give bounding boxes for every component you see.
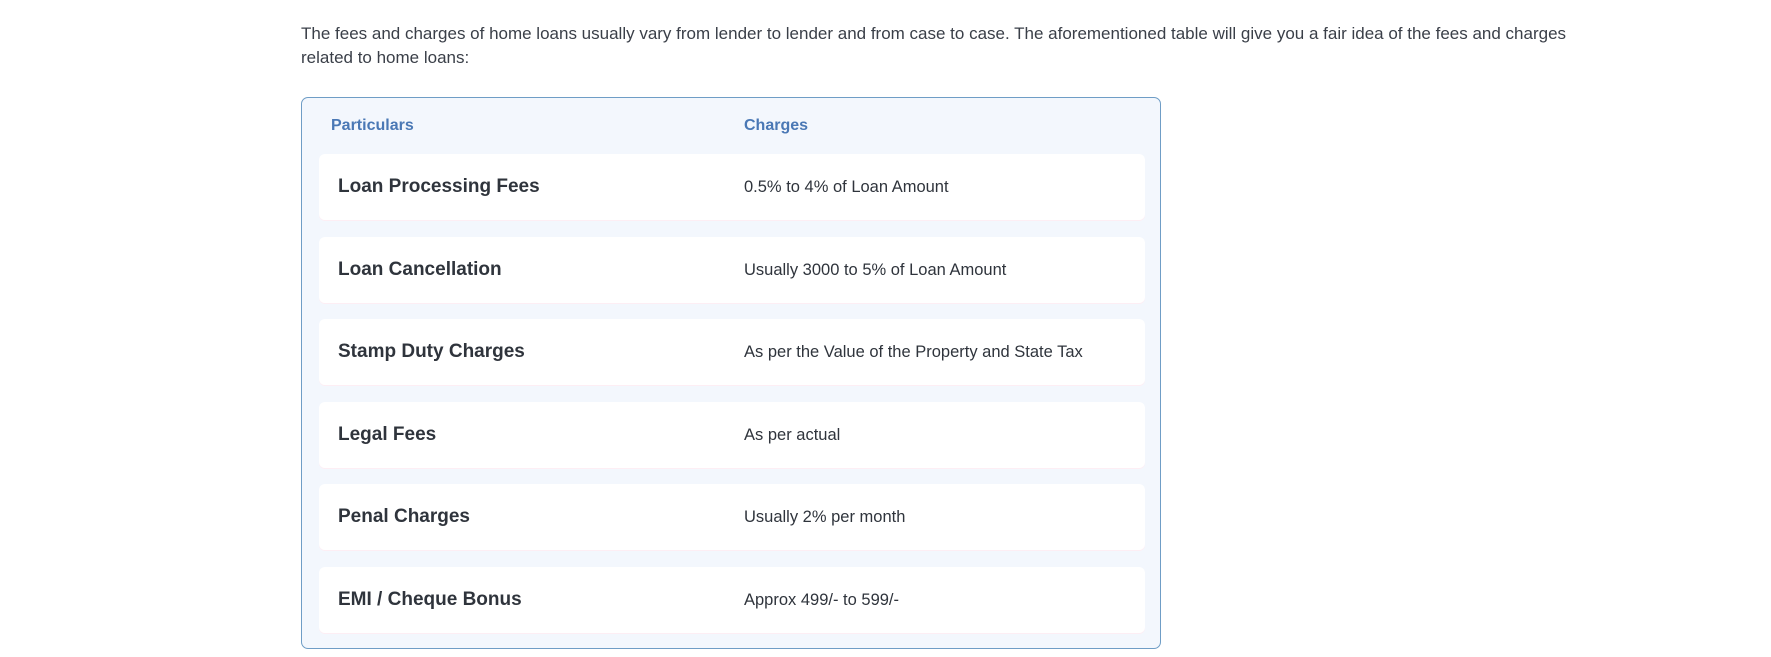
row-particular: Loan Cancellation	[338, 258, 502, 280]
row-charge: As per actual	[744, 425, 841, 444]
intro-paragraph: The fees and charges of home loans usual…	[301, 24, 1567, 67]
table-row: Stamp Duty Charges As per the Value of t…	[319, 319, 1145, 385]
table-row: Penal Charges Usually 2% per month	[319, 484, 1145, 550]
header-charges: Charges	[744, 117, 809, 134]
header-particulars: Particulars	[331, 117, 414, 134]
table-row: EMI / Cheque Bonus Approx 499/- to 599/-	[319, 566, 1145, 633]
table-row: Legal Fees As per actual	[319, 401, 1145, 468]
row-particular: Loan Processing Fees	[338, 176, 540, 197]
row-charge: Usually 2% per month	[744, 508, 906, 526]
row-charge: Approx 499/- to 599/-	[744, 590, 900, 609]
row-charge: 0.5% to 4% of Loan Amount	[744, 178, 949, 196]
table-header-row: Particulars Charges	[302, 98, 1160, 154]
row-particular: Stamp Duty Charges	[338, 341, 525, 362]
table-row: Loan Cancellation Usually 3000 to 5% of …	[319, 236, 1145, 303]
table-row: Loan Processing Fees 0.5% to 4% of Loan …	[319, 154, 1145, 220]
row-particular: Legal Fees	[338, 423, 437, 445]
row-particular: Penal Charges	[338, 506, 470, 527]
row-particular: EMI / Cheque Bonus	[338, 588, 522, 610]
row-charge: As per the Value of the Property and Sta…	[744, 343, 1083, 361]
row-charge: Usually 3000 to 5% of Loan Amount	[744, 260, 1007, 279]
table-body: Loan Processing Fees 0.5% to 4% of Loan …	[319, 154, 1145, 649]
fees-charges-table: Particulars Charges Loan Processing Fees…	[301, 97, 1161, 649]
